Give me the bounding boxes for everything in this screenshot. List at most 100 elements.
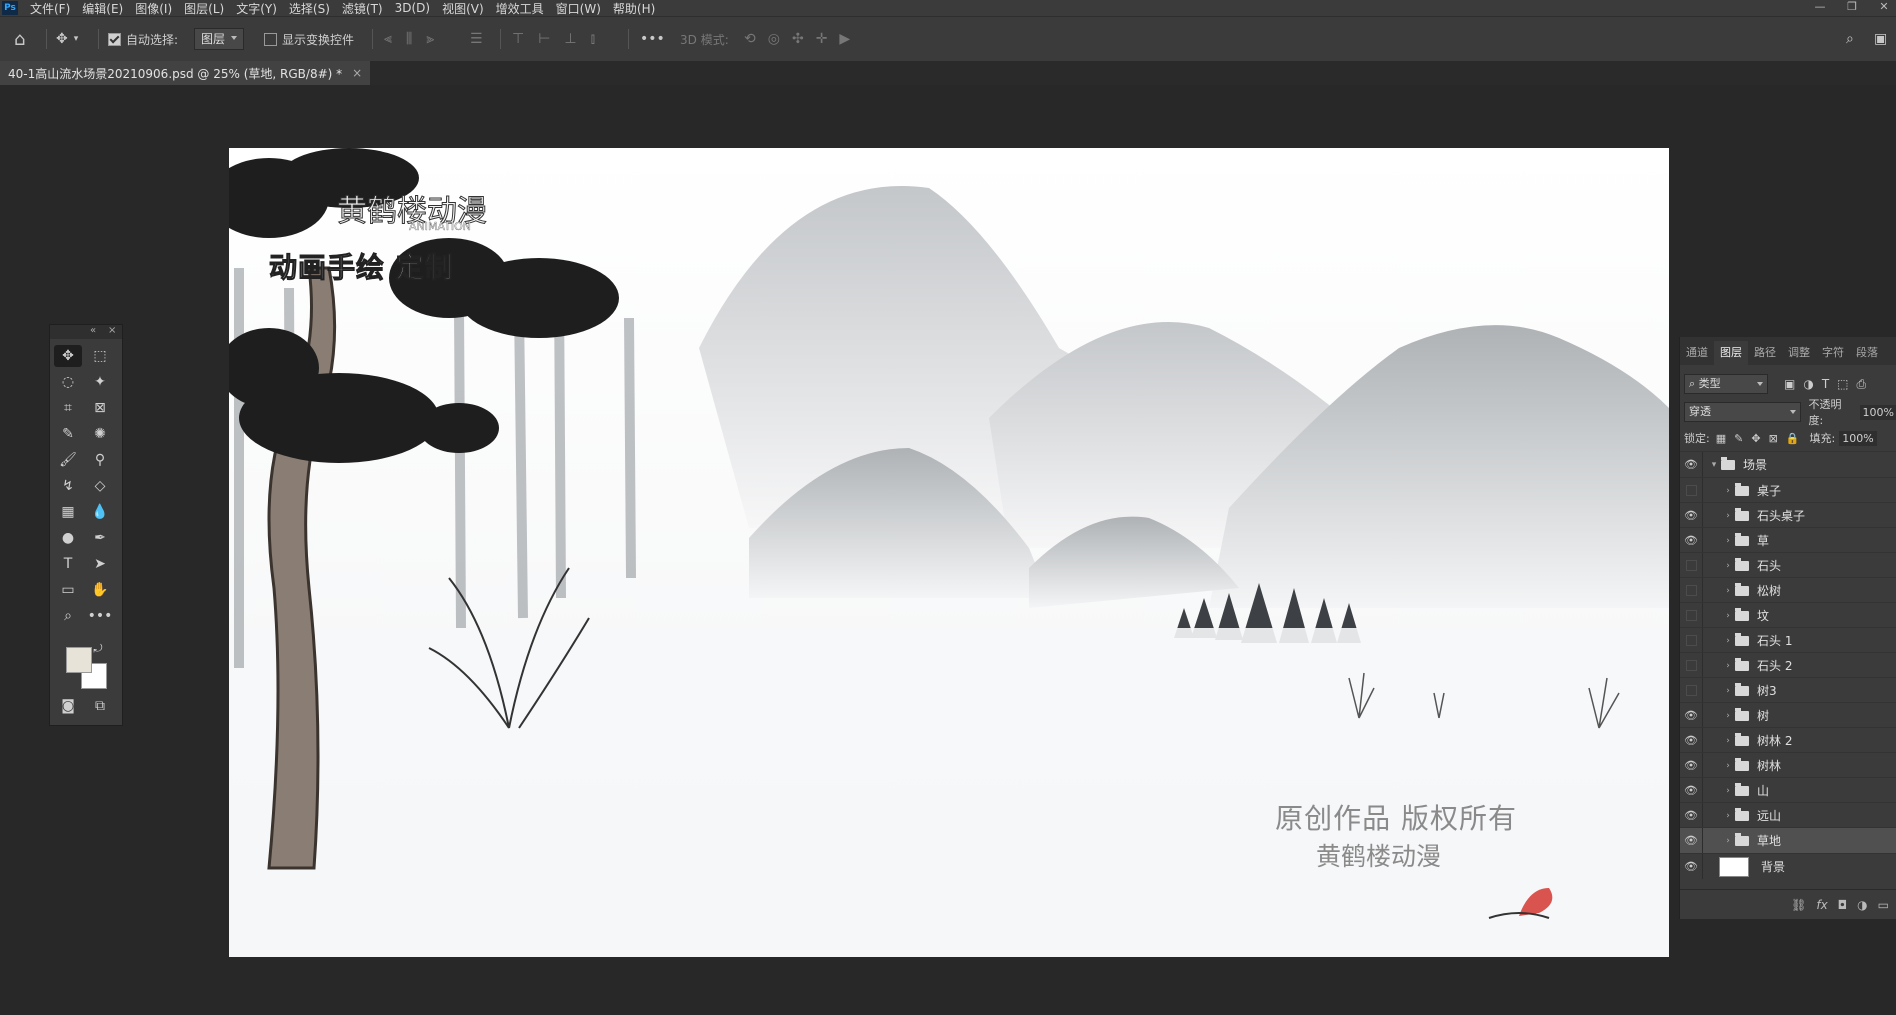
move-tool-icon[interactable]: ✥: [54, 345, 82, 367]
expand-chevron-icon[interactable]: ›: [1721, 661, 1735, 671]
expand-chevron-icon[interactable]: ›: [1721, 786, 1735, 796]
lock-all-icon[interactable]: 🔒: [1786, 432, 1800, 445]
pen-tool-icon[interactable]: ✒: [86, 527, 114, 549]
visibility-eye-icon[interactable]: 👁: [1680, 834, 1702, 847]
visibility-toggle-empty[interactable]: [1680, 685, 1702, 696]
tab-paths[interactable]: 路径: [1748, 341, 1782, 365]
close-window-icon[interactable]: ✕: [1872, 0, 1896, 16]
layer-row[interactable]: 👁 › 树林 2: [1680, 727, 1896, 753]
visibility-toggle-empty[interactable]: [1680, 635, 1702, 646]
fx-icon[interactable]: fx: [1816, 898, 1827, 912]
menu-plugins[interactable]: 增效工具: [490, 0, 550, 17]
align-right-icon[interactable]: ⫸: [426, 31, 434, 47]
collapse-icon[interactable]: «: [90, 325, 96, 336]
tools-panel-header[interactable]: « ×: [50, 325, 122, 339]
menu-view[interactable]: 视图(V): [436, 0, 490, 17]
rectangle-tool-icon[interactable]: ▭: [54, 579, 82, 601]
expand-chevron-icon[interactable]: ›: [1721, 486, 1735, 496]
document-canvas[interactable]: 黄鹤楼动漫 ANIMATION 动画手绘 定制 原创作品 版权所有 黄鹤楼动漫: [229, 148, 1669, 957]
show-transform-checkbox[interactable]: [264, 32, 277, 46]
menu-3d[interactable]: 3D(D): [389, 1, 436, 15]
lock-position-icon[interactable]: ✥: [1751, 432, 1760, 445]
auto-select-checkbox[interactable]: [108, 32, 121, 46]
distribute-icon[interactable]: ☰: [470, 31, 483, 47]
layer-row[interactable]: › 树3: [1680, 677, 1896, 703]
tab-character[interactable]: 字符: [1816, 341, 1850, 365]
history-brush-icon[interactable]: ↯: [54, 475, 82, 497]
3d-camera-icon[interactable]: ▶: [839, 31, 850, 47]
menu-image[interactable]: 图像(I): [129, 0, 178, 17]
add-mask-icon[interactable]: ◘: [1838, 898, 1848, 912]
path-select-icon[interactable]: ➤: [86, 553, 114, 575]
brush-tool-icon[interactable]: 🖌: [54, 449, 82, 471]
home-icon[interactable]: ⌂: [14, 29, 25, 50]
tab-channels[interactable]: 通道: [1680, 341, 1714, 365]
new-group-icon[interactable]: ▭: [1878, 898, 1889, 912]
minimize-icon[interactable]: —: [1808, 0, 1832, 16]
type-tool-icon[interactable]: T: [54, 553, 82, 575]
tab-close-icon[interactable]: ×: [352, 66, 362, 80]
clone-stamp-icon[interactable]: ⚲: [86, 449, 114, 471]
layer-row[interactable]: › 石头 2: [1680, 652, 1896, 678]
3d-roll-icon[interactable]: ◎: [768, 31, 780, 47]
expand-chevron-icon[interactable]: ›: [1721, 561, 1735, 571]
expand-chevron-icon[interactable]: ›: [1721, 811, 1735, 821]
visibility-eye-icon[interactable]: 👁: [1680, 709, 1702, 722]
layer-row[interactable]: 👁 › 树: [1680, 702, 1896, 728]
3d-slide-icon[interactable]: ✛: [816, 31, 828, 47]
expand-chevron-icon[interactable]: ›: [1721, 536, 1735, 546]
visibility-eye-icon[interactable]: 👁: [1680, 509, 1702, 522]
lock-pixels-icon[interactable]: ✎: [1734, 432, 1743, 445]
menu-layer[interactable]: 图层(L): [178, 0, 230, 17]
layer-row[interactable]: 👁 › 远山: [1680, 802, 1896, 828]
filter-adjustment-icon[interactable]: ◑: [1803, 377, 1813, 392]
screen-mode-icon[interactable]: ⧉: [86, 695, 114, 717]
move-tool-icon[interactable]: ✥: [56, 31, 68, 47]
layer-row[interactable]: 👁 › 山: [1680, 777, 1896, 803]
expand-chevron-icon[interactable]: ›: [1721, 511, 1735, 521]
expand-chevron-icon[interactable]: ›: [1721, 711, 1735, 721]
layer-row[interactable]: › 桌子: [1680, 477, 1896, 503]
align-left-icon[interactable]: ⫷: [384, 31, 392, 47]
eraser-icon[interactable]: ◇: [86, 475, 114, 497]
document-tab[interactable]: 40-1高山流水场景20210906.psd @ 25% (草地, RGB/8#…: [0, 61, 371, 85]
new-adjustment-icon[interactable]: ◑: [1857, 898, 1867, 912]
eyedropper-icon[interactable]: ✎: [54, 423, 82, 445]
visibility-eye-icon[interactable]: 👁: [1680, 734, 1702, 747]
tab-layers[interactable]: 图层: [1714, 341, 1748, 365]
expand-chevron-icon[interactable]: ›: [1721, 686, 1735, 696]
gradient-tool-icon[interactable]: ▦: [54, 501, 82, 523]
expand-chevron-icon[interactable]: ›: [1721, 636, 1735, 646]
quick-mask-icon[interactable]: ◙: [54, 695, 82, 717]
3d-pan-icon[interactable]: ✣: [792, 31, 804, 47]
workspace-icon[interactable]: ▣: [1874, 31, 1887, 47]
menu-type[interactable]: 文字(Y): [230, 0, 283, 17]
align-top-icon[interactable]: ⊤: [512, 31, 524, 47]
expand-chevron-icon[interactable]: ▾: [1707, 460, 1721, 470]
blend-mode-dropdown[interactable]: 穿透: [1684, 402, 1801, 422]
layer-group-scene[interactable]: 👁 ▾ 场景: [1680, 451, 1896, 477]
more-tools-icon[interactable]: •••: [86, 605, 114, 627]
visibility-eye-icon[interactable]: 👁: [1680, 759, 1702, 772]
align-bottom-icon[interactable]: ⊥: [564, 31, 576, 47]
filter-shape-icon[interactable]: ⬚: [1837, 377, 1848, 392]
layer-row[interactable]: › 石头: [1680, 552, 1896, 578]
3d-orbit-icon[interactable]: ⟲: [744, 31, 756, 47]
menu-window[interactable]: 窗口(W): [550, 0, 607, 17]
align-vcenter-icon[interactable]: ⊢: [538, 31, 550, 47]
healing-brush-icon[interactable]: ✺: [86, 423, 114, 445]
menu-help[interactable]: 帮助(H): [607, 0, 661, 17]
layer-row[interactable]: › 坟: [1680, 602, 1896, 628]
search-icon[interactable]: ⌕: [1846, 31, 1854, 47]
lock-transparency-icon[interactable]: ▦: [1716, 432, 1726, 445]
menu-edit[interactable]: 编辑(E): [76, 0, 129, 17]
magic-wand-icon[interactable]: ✦: [86, 371, 114, 393]
tab-paragraph[interactable]: 段落: [1850, 341, 1884, 365]
close-panel-icon[interactable]: ×: [108, 325, 116, 336]
visibility-eye-icon[interactable]: 👁: [1680, 784, 1702, 797]
expand-chevron-icon[interactable]: ›: [1721, 836, 1735, 846]
expand-chevron-icon[interactable]: ›: [1721, 736, 1735, 746]
dodge-tool-icon[interactable]: ●: [54, 527, 82, 549]
foreground-color-swatch[interactable]: [66, 647, 92, 673]
layer-filter-dropdown[interactable]: ⌕ 类型: [1684, 374, 1768, 394]
